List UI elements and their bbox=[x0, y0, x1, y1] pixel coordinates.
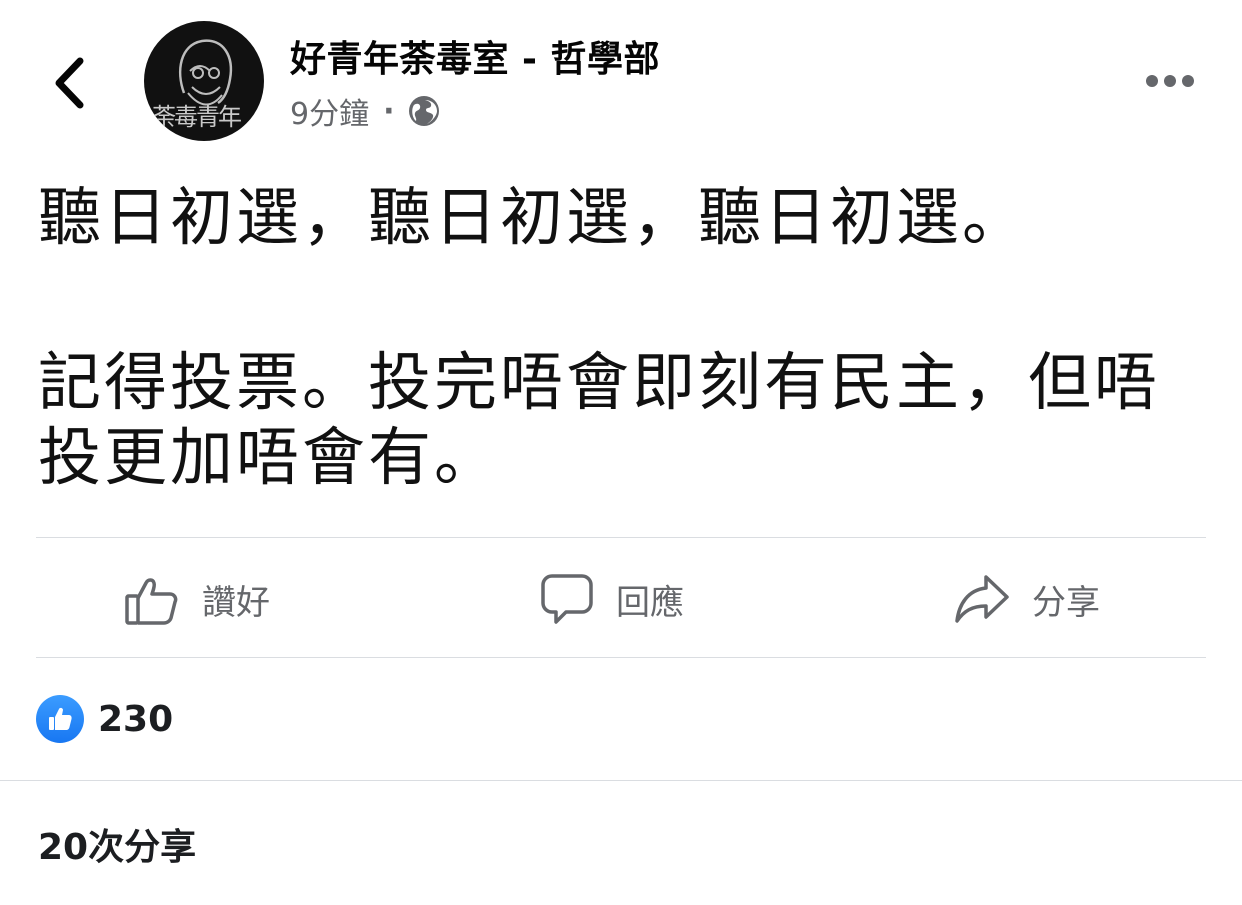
divider bbox=[36, 657, 1206, 658]
share-count[interactable]: 20次分享 bbox=[38, 818, 196, 870]
post-timestamp[interactable]: 9分鐘 bbox=[290, 89, 369, 133]
like-button[interactable]: 讚好 bbox=[124, 566, 270, 632]
comment-icon bbox=[541, 574, 593, 624]
comment-button[interactable]: 回應 bbox=[540, 566, 684, 632]
reactions-summary[interactable]: 230 bbox=[36, 694, 173, 744]
share-label: 分享 bbox=[1032, 582, 1100, 623]
chevron-left-icon bbox=[55, 57, 84, 109]
thumbs-up-icon bbox=[125, 578, 178, 625]
post-paragraph: 記得投票。投完唔會即刻有民主，但唔投更加唔會有。 bbox=[38, 346, 1160, 494]
avatar[interactable]: 荼毒青年 bbox=[144, 21, 264, 141]
back-button[interactable] bbox=[50, 55, 90, 111]
like-reaction-icon bbox=[36, 695, 84, 743]
page-name[interactable]: 好青年荼毒室 - 哲學部 bbox=[290, 30, 660, 82]
post-meta: 9分鐘 · bbox=[290, 90, 441, 132]
avatar-lettering: 荼毒青年 bbox=[152, 103, 242, 131]
reaction-count: 230 bbox=[98, 698, 174, 740]
divider bbox=[0, 780, 1242, 781]
like-label: 讚好 bbox=[202, 582, 270, 623]
comment-label: 回應 bbox=[616, 582, 684, 623]
more-options-button[interactable] bbox=[1144, 66, 1196, 96]
divider bbox=[36, 537, 1206, 538]
post-body: 聽日初選，聽日初選，聽日初選。 記得投票。投完唔會即刻有民主，但唔投更加唔會有。 bbox=[38, 180, 1218, 495]
globe-icon bbox=[408, 96, 439, 126]
share-arrow-icon bbox=[955, 575, 1009, 623]
meta-separator: · bbox=[383, 93, 395, 129]
more-horizontal-icon bbox=[1146, 75, 1194, 87]
share-button[interactable]: 分享 bbox=[954, 566, 1100, 632]
post-paragraph: 聽日初選，聽日初選，聽日初選。 bbox=[38, 181, 1028, 254]
